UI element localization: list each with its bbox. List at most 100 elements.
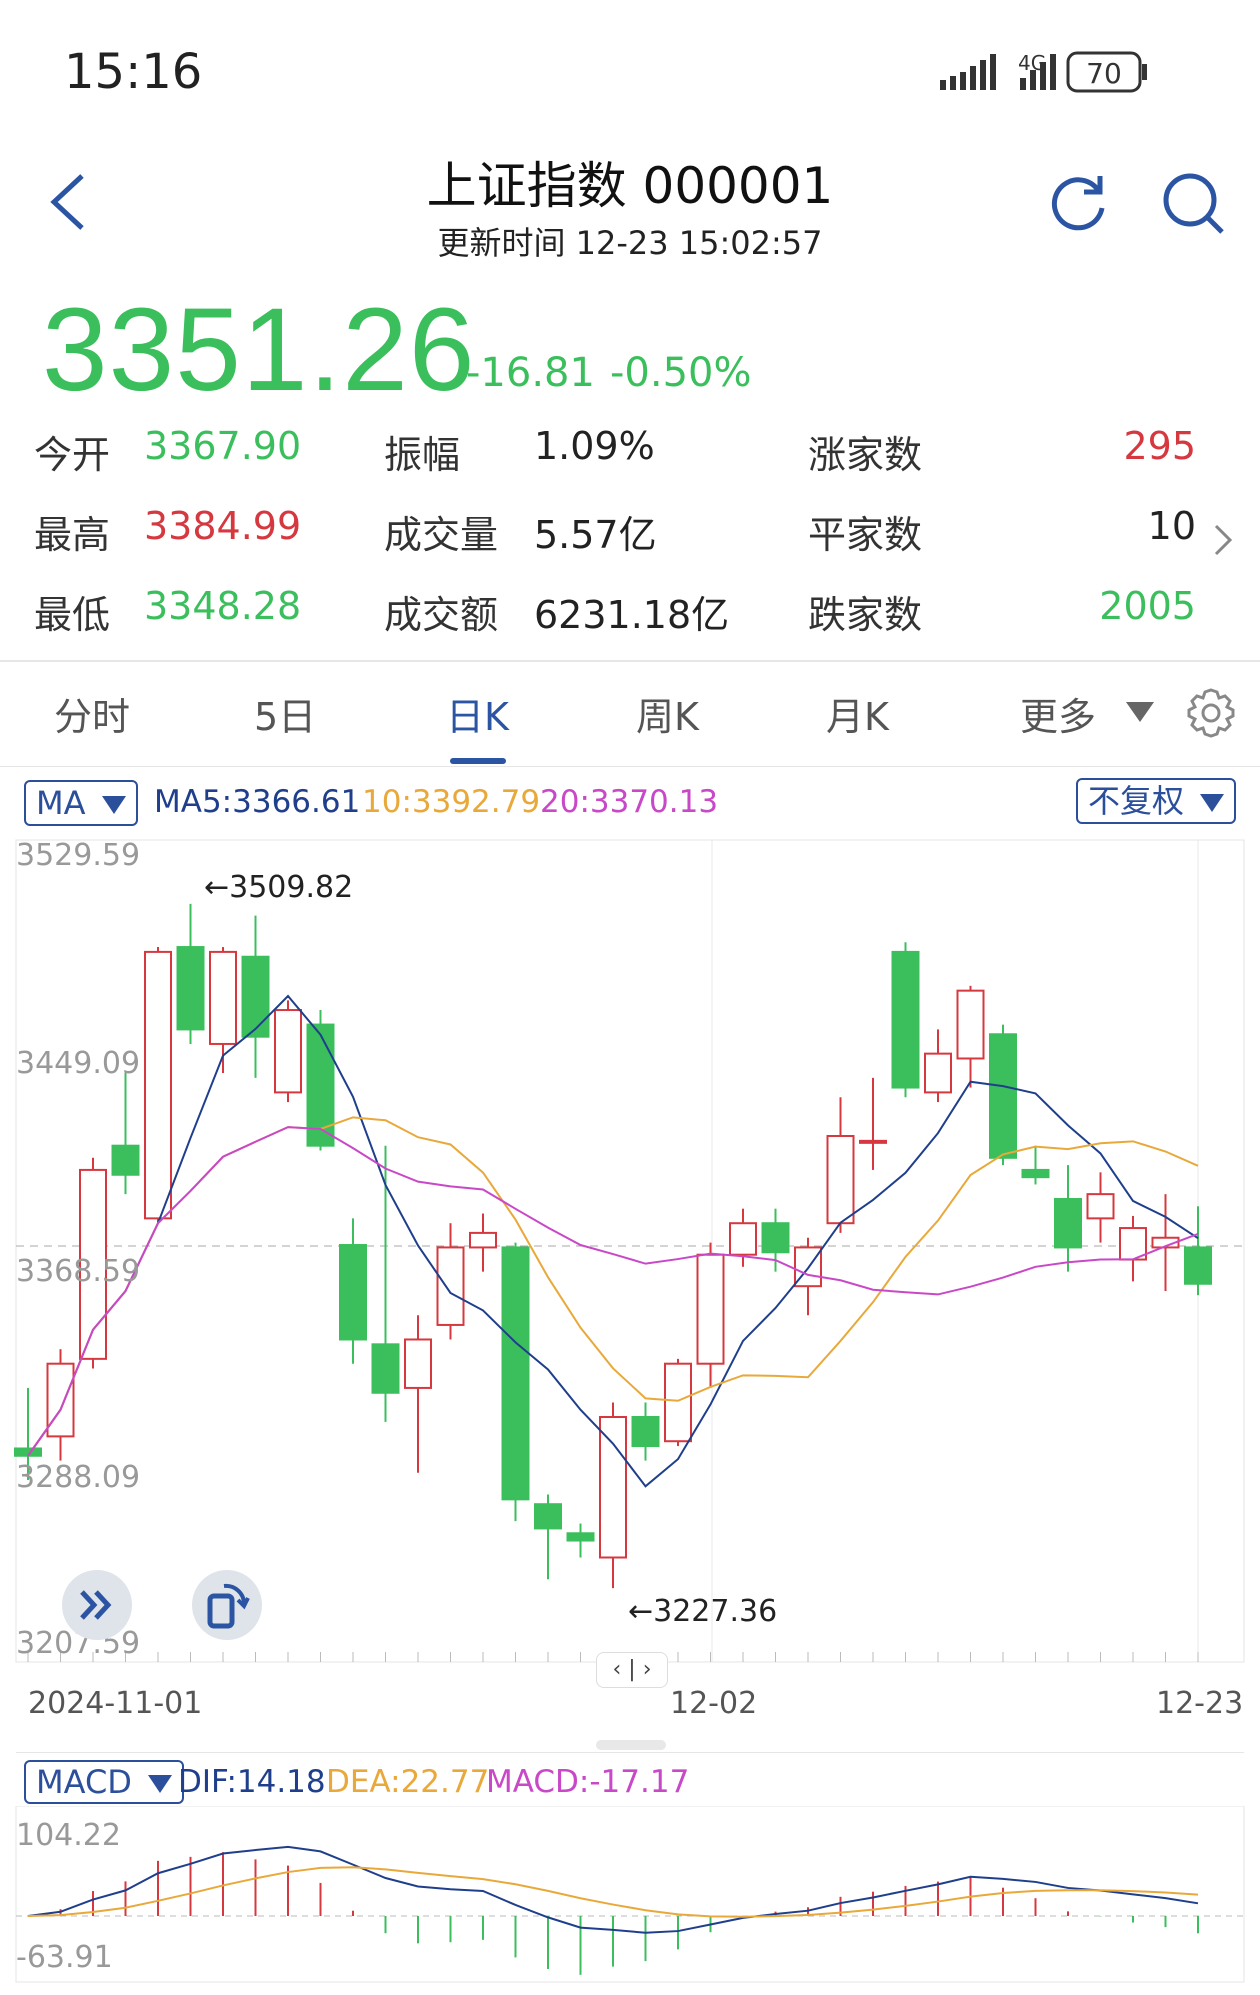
candle-body — [501, 1246, 530, 1501]
stat-value: 295 — [1123, 424, 1196, 468]
tab-4[interactable]: 月K — [826, 686, 889, 741]
stat-value: 1.09% — [534, 424, 655, 468]
high-marker: ←3509.82 — [204, 870, 354, 905]
stat-label: 振幅 — [384, 433, 461, 477]
stat-value: 3348.28 — [144, 584, 302, 628]
x-label: 2024-11-01 — [28, 1686, 203, 1721]
y-label: 3288.09 — [16, 1460, 141, 1495]
x-label: 12-02 — [670, 1686, 758, 1721]
candle-body — [469, 1231, 497, 1249]
y-label: 3368.59 — [16, 1254, 141, 1289]
tab-3[interactable]: 周K — [636, 686, 699, 741]
tab-2[interactable]: 日K — [446, 686, 509, 741]
stat-label: 成交量 — [384, 513, 499, 557]
stat-value: 2005 — [1099, 584, 1196, 628]
adjust-select[interactable]: 不复权 — [1076, 778, 1237, 824]
candle-body — [1021, 1168, 1050, 1179]
chevron-down-icon[interactable] — [1126, 702, 1154, 724]
refresh-icon[interactable] — [1048, 172, 1110, 234]
double-chevron-icon — [80, 1590, 112, 1620]
rotate-icon — [207, 1583, 250, 1629]
tab-5[interactable]: 更多 — [1020, 686, 1096, 741]
candle-body — [566, 1532, 595, 1542]
candle-body — [989, 1033, 1017, 1159]
low-marker: ←3227.36 — [628, 1594, 778, 1629]
dropdown-icon — [147, 1775, 172, 1793]
stat-value: 5.57亿 — [534, 513, 657, 557]
settings-gear-icon[interactable] — [1184, 686, 1238, 740]
stat-value: 3367.90 — [144, 424, 302, 468]
stat-value: 6231.18亿 — [534, 593, 730, 637]
dif-legend: DIF:14.18 — [178, 1764, 326, 1800]
stat-value: 10 — [1147, 504, 1196, 548]
candle-body — [241, 955, 270, 1038]
candle-body — [404, 1338, 432, 1389]
candle-body — [46, 1362, 75, 1438]
macd-select[interactable]: MACD — [24, 1760, 184, 1804]
dropdown-icon — [101, 796, 126, 814]
price-change-pct: -0.50% — [610, 350, 752, 396]
stat-label: 最高 — [34, 513, 111, 557]
stat-label: 成交额 — [384, 593, 499, 637]
stat-label: 涨家数 — [808, 433, 923, 477]
macd-legend: MACD:-17.17 — [486, 1764, 690, 1800]
candle-body — [111, 1144, 140, 1176]
candle-body — [274, 1009, 302, 1094]
candle-body — [534, 1503, 562, 1530]
chevron-right-icon[interactable] — [1212, 522, 1236, 558]
stat-label: 跌家数 — [808, 593, 923, 637]
battery-level: 70 — [1086, 57, 1122, 90]
candle-body — [631, 1415, 660, 1448]
indicator-select[interactable]: MA — [24, 780, 138, 826]
signal-bars-icon — [940, 54, 996, 90]
x-label: 12-23 — [1156, 1686, 1244, 1721]
stat-label: 平家数 — [808, 513, 923, 557]
macd-y-top: 104.22 — [16, 1818, 121, 1853]
status-time: 15:16 — [64, 44, 203, 100]
y-label: 3449.09 — [16, 1046, 141, 1081]
tab-1[interactable]: 5日 — [254, 686, 316, 741]
candle-body — [176, 946, 205, 1031]
dropdown-icon — [1200, 794, 1225, 812]
ma5-legend: MA5:3366.61 — [154, 784, 361, 820]
status-icons: 4G 70 — [940, 48, 1190, 102]
candle-body — [209, 950, 237, 1045]
dea-legend: DEA:22.77 — [326, 1764, 490, 1800]
candle-body — [1184, 1246, 1212, 1285]
tab-0[interactable]: 分时 — [54, 686, 130, 741]
candle-body — [696, 1253, 725, 1365]
candle-body — [859, 1139, 887, 1144]
macd-y-bottom: -63.91 — [16, 1940, 113, 1975]
drag-handle[interactable] — [596, 1740, 666, 1750]
candle-body — [924, 1052, 952, 1094]
candle-body — [956, 989, 985, 1060]
stat-value: 3384.99 — [144, 504, 302, 548]
candle-body — [1054, 1197, 1082, 1249]
expand-button[interactable] — [62, 1570, 132, 1640]
candle-body — [339, 1244, 367, 1341]
price-change: -16.81 — [466, 350, 595, 396]
candle-body — [436, 1246, 465, 1326]
rotate-screen-button[interactable] — [192, 1570, 262, 1640]
scroll-handle[interactable]: ‹ | › — [596, 1652, 668, 1688]
candle-body — [371, 1343, 400, 1394]
y-label: 3529.59 — [16, 838, 141, 873]
candle-body — [144, 950, 172, 1220]
current-price: 3351.26 — [42, 284, 476, 416]
candle-body — [599, 1415, 627, 1559]
search-icon[interactable] — [1160, 170, 1228, 238]
macd-chart[interactable] — [0, 1806, 1260, 1990]
candle-body — [761, 1222, 790, 1254]
ma10-legend: 10:3392.79 — [362, 784, 541, 820]
candle-body — [729, 1222, 757, 1256]
candle-body — [826, 1135, 855, 1225]
candle-body — [1086, 1193, 1115, 1220]
macd-frame — [15, 1806, 1245, 1983]
stat-label: 最低 — [34, 593, 111, 637]
active-tab-indicator — [450, 758, 506, 764]
ma20-legend: 20:3370.13 — [540, 784, 719, 820]
candle-body — [891, 950, 920, 1089]
kline-chart[interactable] — [0, 836, 1260, 1666]
dea-line — [27, 1866, 1199, 1918]
stat-label: 今开 — [34, 433, 111, 477]
